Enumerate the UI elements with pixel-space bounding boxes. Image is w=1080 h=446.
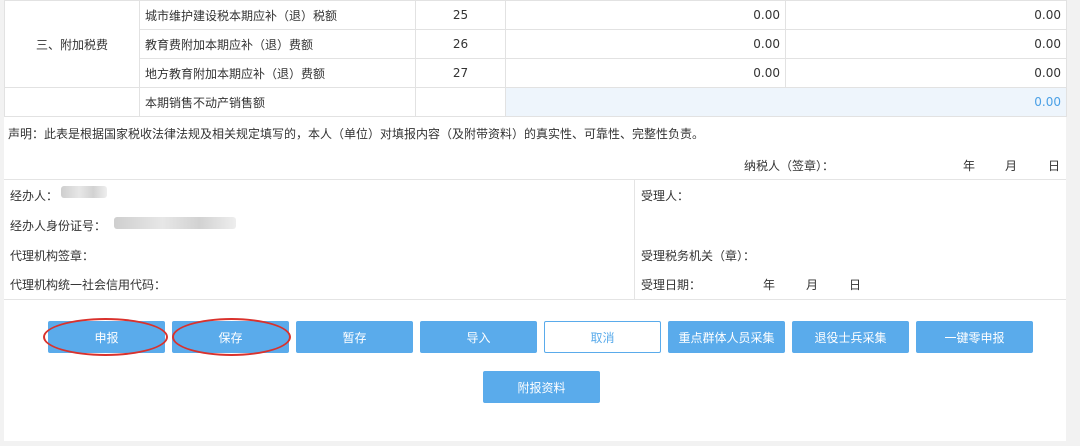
handler-label: 经办人： [10,189,59,203]
table-row: 地方教育附加本期应补（退）费额 27 0.00 0.00 [5,58,1067,88]
attachments-button[interactable]: 附报资料 [483,371,600,403]
import-button[interactable]: 导入 [420,321,537,353]
row-label: 城市维护建设税本期应补（退）税额 [139,0,416,30]
key-group-collect-button[interactable]: 重点群体人员采集 [668,321,785,353]
receiver-label: 受理人： [641,189,690,203]
acceptance-date-label: 受理日期： [641,278,702,292]
redacted-handler-name [61,186,107,198]
current-period-amount[interactable]: 0.00 [505,58,786,88]
agency-credit-code-label: 代理机构统一社会信用代码： [10,278,167,292]
row-line-number: 27 [415,58,506,88]
acceptance-day-label: 日 [849,278,862,292]
additional-tax-table: 三、附加税费 城市维护建设税本期应补（退）税额 25 0.00 0.00 教育费… [4,0,1067,117]
empty-cell [4,87,140,117]
table-row: 三、附加税费 城市维护建设税本期应补（退）税额 25 0.00 0.00 [4,0,1067,88]
cancel-button[interactable]: 取消 [544,321,661,353]
acceptance-month-label: 月 [806,278,819,292]
acceptance-year-label: 年 [763,278,776,292]
divider [634,179,635,299]
current-period-amount[interactable]: 0.00 [505,0,786,30]
submit-button[interactable]: 申报 [48,321,165,353]
taxpayer-month-label: 月 [1005,159,1018,173]
temp-save-button[interactable]: 暂存 [296,321,413,353]
taxpayer-seal-label: 纳税人（签章）： [744,159,835,173]
table-row: 本期销售不动产销售额 0.00 [4,87,1067,117]
cumulative-amount[interactable]: 0.00 [785,0,1067,30]
zero-declare-button[interactable]: 一键零申报 [916,321,1033,353]
cumulative-amount[interactable]: 0.00 [785,29,1067,59]
cumulative-amount[interactable]: 0.00 [785,58,1067,88]
row-line-number: 26 [415,29,506,59]
declaration-statement: 声明：此表是根据国家税收法律法规及相关规定填写的，本人（单位）对填报内容（及附带… [8,127,705,141]
tax-form-panel: 三、附加税费 城市维护建设税本期应补（退）税额 25 0.00 0.00 教育费… [4,0,1067,441]
agency-seal-label: 代理机构签章： [10,249,95,263]
row-line-number: 25 [415,0,506,30]
handler-id-label: 经办人身份证号： [10,219,107,233]
table-row: 教育费附加本期应补（退）费额 26 0.00 0.00 [5,29,1067,59]
taxpayer-day-label: 日 [1048,159,1061,173]
divider [4,179,1066,180]
row-label: 教育费附加本期应补（退）费额 [139,29,416,59]
realestate-sales-label: 本期销售不动产销售额 [139,87,416,117]
row-label: 地方教育附加本期应补（退）费额 [139,58,416,88]
tax-office-seal-label: 受理税务机关（章）： [641,249,756,263]
taxpayer-year-label: 年 [963,159,976,173]
redacted-handler-id [114,217,236,229]
save-button[interactable]: 保存 [172,321,289,353]
current-period-amount[interactable]: 0.00 [505,29,786,59]
empty-cell [415,87,506,117]
realestate-sales-input[interactable]: 0.00 [505,87,1067,117]
divider [4,299,1066,300]
veteran-collect-button[interactable]: 退役士兵采集 [792,321,909,353]
group-label: 三、附加税费 [4,0,140,88]
